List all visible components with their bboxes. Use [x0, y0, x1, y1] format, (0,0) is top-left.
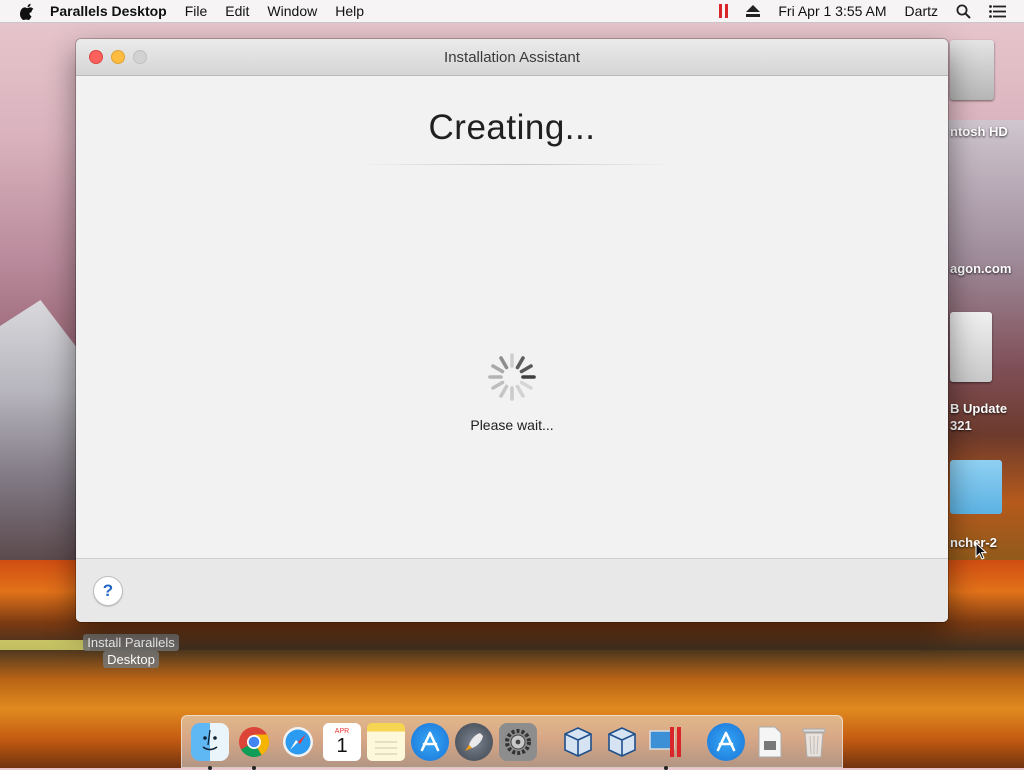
desktop-icon-label-launcher[interactable]: ncher-2: [950, 535, 997, 550]
spotlight-search-icon[interactable]: [956, 4, 971, 19]
menu-app-name[interactable]: Parallels Desktop: [50, 3, 167, 19]
menu-file[interactable]: File: [185, 3, 208, 19]
menu-user[interactable]: Dartz: [905, 3, 938, 19]
eject-icon[interactable]: [746, 5, 761, 17]
virtualbox-icon-2[interactable]: [603, 723, 641, 761]
installer-label-line1: Install Parallels: [83, 634, 179, 651]
notification-center-icon[interactable]: [989, 4, 1006, 18]
desktop-icon-label-website[interactable]: agon.com: [950, 261, 1011, 276]
calendar-day: 1: [336, 735, 348, 757]
menu-clock[interactable]: Fri Apr 1 3:55 AM: [778, 3, 886, 19]
app-store-icon[interactable]: [411, 722, 449, 761]
window-content: Creating... Please wait...: [76, 76, 948, 558]
installer-label-line2: Desktop: [103, 651, 159, 668]
help-button[interactable]: ?: [93, 576, 123, 606]
folder-icon[interactable]: [950, 460, 1002, 514]
parallels-status-icon[interactable]: [719, 4, 729, 18]
trash-icon[interactable]: [795, 723, 833, 761]
window-titlebar[interactable]: Installation Assistant: [76, 39, 948, 76]
calendar-icon[interactable]: APR 1: [323, 722, 361, 761]
virtualbox-icon[interactable]: [559, 723, 597, 761]
desktop-icon-label-update-2[interactable]: 321: [950, 418, 972, 433]
installation-assistant-window: Installation Assistant Creating... Pleas…: [76, 39, 948, 622]
system-preferences-icon[interactable]: [499, 722, 537, 761]
app-store-download-icon[interactable]: [707, 722, 745, 761]
menu-bar: Parallels Desktop File Edit Window Help …: [0, 0, 1024, 23]
hard-drive-icon[interactable]: [950, 40, 994, 100]
menu-window[interactable]: Window: [267, 3, 317, 19]
chrome-icon[interactable]: [235, 723, 273, 770]
installer-drive-icon[interactable]: [950, 312, 992, 382]
window-footer: ?: [76, 558, 948, 622]
desktop-icon-install-parallels[interactable]: Install Parallels Desktop: [78, 634, 184, 668]
finder-icon[interactable]: [191, 722, 229, 770]
desktop-icon-label-update[interactable]: B Update: [950, 401, 1007, 416]
window-title: Installation Assistant: [444, 48, 580, 66]
loading-spinner-icon: [488, 353, 536, 401]
desktop-icon-label-hd[interactable]: ntosh HD: [950, 124, 1008, 139]
parallels-icon[interactable]: [647, 723, 685, 770]
page-title: Creating...: [428, 108, 596, 147]
launchpad-icon[interactable]: [455, 722, 493, 761]
document-icon[interactable]: [751, 723, 789, 761]
calendar-month: APR: [334, 728, 350, 735]
menu-edit[interactable]: Edit: [225, 3, 249, 19]
dock: APR 1: [181, 715, 843, 770]
status-text: Please wait...: [470, 417, 554, 433]
title-divider: [356, 164, 676, 165]
menu-help[interactable]: Help: [335, 3, 364, 19]
notes-icon[interactable]: [367, 722, 405, 761]
mouse-cursor-icon: [975, 542, 987, 560]
safari-icon[interactable]: [279, 723, 317, 761]
apple-menu-icon[interactable]: [18, 2, 36, 20]
